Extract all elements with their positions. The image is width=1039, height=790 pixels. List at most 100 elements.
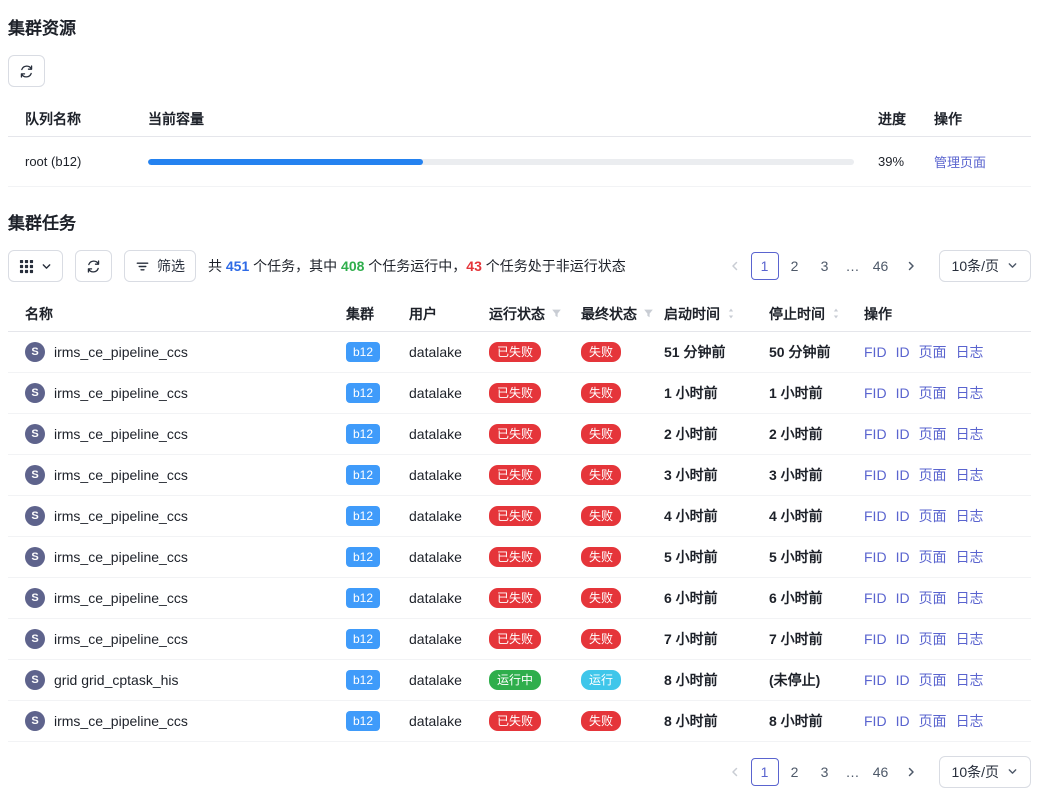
start-time: 51 分钟前 xyxy=(664,342,769,362)
action-link-ID[interactable]: ID xyxy=(896,631,910,647)
cluster-badge: b12 xyxy=(346,588,380,608)
col-header-final-status: 最终状态 xyxy=(581,304,664,324)
action-link-FID[interactable]: FID xyxy=(864,549,887,565)
action-link-日志[interactable]: 日志 xyxy=(956,588,984,608)
action-link-FID[interactable]: FID xyxy=(864,385,887,401)
action-link-ID[interactable]: ID xyxy=(896,385,910,401)
pager-next-button[interactable] xyxy=(897,252,925,280)
pager-page-3[interactable]: 3 xyxy=(811,252,839,280)
start-time: 8 小时前 xyxy=(664,711,769,731)
pager-page-2[interactable]: 2 xyxy=(781,758,809,786)
start-time: 5 小时前 xyxy=(664,547,769,567)
pager-page-1[interactable]: 1 xyxy=(751,758,779,786)
task-name: irms_ce_pipeline_ccs xyxy=(54,631,188,647)
pager-page-3[interactable]: 3 xyxy=(811,758,839,786)
pager-page-1[interactable]: 1 xyxy=(751,252,779,280)
task-row: S irms_ce_pipeline_ccs b12 datalake 已失败 … xyxy=(8,455,1031,496)
final-status-badge: 失败 xyxy=(581,711,621,731)
filter-button[interactable]: 筛选 xyxy=(124,250,196,282)
tasks-summary: 共 451 个任务，其中 408 个任务运行中，43 个任务处于非运行状态 xyxy=(208,256,626,276)
action-link-FID[interactable]: FID xyxy=(864,713,887,729)
action-link-日志[interactable]: 日志 xyxy=(956,383,984,403)
action-link-ID[interactable]: ID xyxy=(896,426,910,442)
action-link-页面[interactable]: 页面 xyxy=(919,424,947,444)
cluster-badge: b12 xyxy=(346,547,380,567)
action-link-日志[interactable]: 日志 xyxy=(956,424,984,444)
start-time: 2 小时前 xyxy=(664,424,769,444)
action-link-日志[interactable]: 日志 xyxy=(956,506,984,526)
action-link-ID[interactable]: ID xyxy=(896,508,910,524)
action-link-日志[interactable]: 日志 xyxy=(956,670,984,690)
task-name: irms_ce_pipeline_ccs xyxy=(54,426,188,442)
col-header-start-time: 启动时间 xyxy=(664,304,769,324)
final-status-badge: 失败 xyxy=(581,629,621,649)
pager-page-46[interactable]: 46 xyxy=(867,758,895,786)
view-toggle-button[interactable] xyxy=(8,250,63,282)
running-count: 408 xyxy=(341,258,364,274)
total-count: 451 xyxy=(226,258,249,274)
pager-prev-button[interactable] xyxy=(721,758,749,786)
task-name: irms_ce_pipeline_ccs xyxy=(54,590,188,606)
action-link-日志[interactable]: 日志 xyxy=(956,547,984,567)
filter-funnel-icon[interactable] xyxy=(643,308,654,319)
action-link-日志[interactable]: 日志 xyxy=(956,711,984,731)
action-link-页面[interactable]: 页面 xyxy=(919,711,947,731)
action-link-日志[interactable]: 日志 xyxy=(956,342,984,362)
action-link-ID[interactable]: ID xyxy=(896,467,910,483)
start-time: 1 小时前 xyxy=(664,383,769,403)
action-link-FID[interactable]: FID xyxy=(864,344,887,360)
sort-icon[interactable] xyxy=(726,307,736,320)
action-link-FID[interactable]: FID xyxy=(864,508,887,524)
action-link-FID[interactable]: FID xyxy=(864,426,887,442)
action-link-ID[interactable]: ID xyxy=(896,344,910,360)
grid-icon xyxy=(19,259,34,274)
action-link-页面[interactable]: 页面 xyxy=(919,506,947,526)
action-link-日志[interactable]: 日志 xyxy=(956,629,984,649)
pager-next-button[interactable] xyxy=(897,758,925,786)
col-header-progress: 进度 xyxy=(878,109,934,129)
action-link-ID[interactable]: ID xyxy=(896,672,910,688)
page-size-select[interactable]: 10条/页 xyxy=(939,250,1031,282)
action-link-ID[interactable]: ID xyxy=(896,713,910,729)
resources-refresh-button[interactable] xyxy=(8,55,45,87)
stop-time: 8 小时前 xyxy=(769,711,864,731)
avatar: S xyxy=(25,670,45,690)
action-link-FID[interactable]: FID xyxy=(864,672,887,688)
action-link-FID[interactable]: FID xyxy=(864,467,887,483)
task-name: grid grid_cptask_his xyxy=(54,672,179,688)
page-size-select[interactable]: 10条/页 xyxy=(939,756,1031,788)
col-header-run-status: 运行状态 xyxy=(489,304,581,324)
sort-icon[interactable] xyxy=(831,307,841,320)
task-actions: FID ID 页面日志 xyxy=(864,424,1014,444)
action-link-页面[interactable]: 页面 xyxy=(919,670,947,690)
task-name: irms_ce_pipeline_ccs xyxy=(54,467,188,483)
col-header-name: 名称 xyxy=(25,304,346,324)
filter-funnel-icon[interactable] xyxy=(551,308,562,319)
task-row: S irms_ce_pipeline_ccs b12 datalake 已失败 … xyxy=(8,619,1031,660)
action-link-页面[interactable]: 页面 xyxy=(919,383,947,403)
manage-page-link[interactable]: 管理页面 xyxy=(934,155,986,170)
pager-page-2[interactable]: 2 xyxy=(781,252,809,280)
action-link-FID[interactable]: FID xyxy=(864,631,887,647)
action-link-页面[interactable]: 页面 xyxy=(919,342,947,362)
stop-time: 50 分钟前 xyxy=(769,342,864,362)
action-link-页面[interactable]: 页面 xyxy=(919,629,947,649)
run-status-badge: 已失败 xyxy=(489,383,541,403)
action-link-页面[interactable]: 页面 xyxy=(919,547,947,567)
action-link-ID[interactable]: ID xyxy=(896,590,910,606)
pager-page-46[interactable]: 46 xyxy=(867,252,895,280)
action-link-ID[interactable]: ID xyxy=(896,549,910,565)
task-row: S grid grid_cptask_his b12 datalake 运行中 … xyxy=(8,660,1031,701)
task-actions: FID ID 页面日志 xyxy=(864,342,1014,362)
action-link-FID[interactable]: FID xyxy=(864,590,887,606)
avatar: S xyxy=(25,588,45,608)
tasks-refresh-button[interactable] xyxy=(75,250,112,282)
col-header-stop-time: 停止时间 xyxy=(769,304,864,324)
run-status-badge: 运行中 xyxy=(489,670,541,690)
task-actions: FID ID 页面日志 xyxy=(864,506,1014,526)
pager-prev-button[interactable] xyxy=(721,252,749,280)
action-link-页面[interactable]: 页面 xyxy=(919,465,947,485)
task-actions: FID ID 页面日志 xyxy=(864,588,1014,608)
action-link-日志[interactable]: 日志 xyxy=(956,465,984,485)
action-link-页面[interactable]: 页面 xyxy=(919,588,947,608)
